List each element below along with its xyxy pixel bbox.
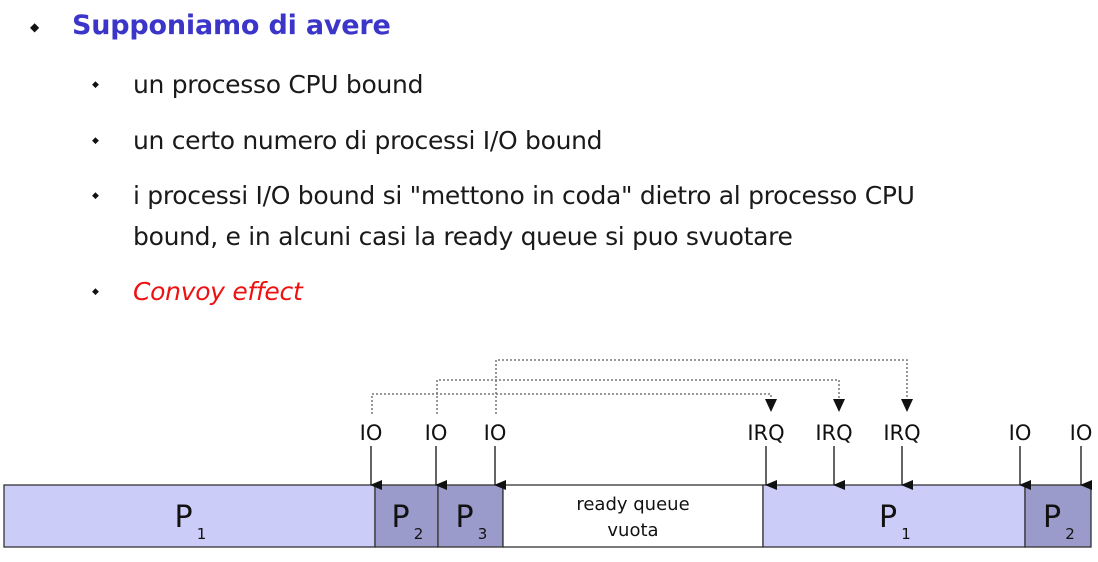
process-subscript: 2 (414, 525, 424, 543)
process-subscript: 2 (1065, 525, 1075, 543)
io-irq-link (436, 379, 840, 414)
event-label-io: IO (484, 421, 507, 445)
process-subscript: 1 (901, 525, 911, 543)
process-label: P (1043, 500, 1061, 535)
io-irq-link (495, 359, 908, 414)
process-label: P (879, 500, 897, 535)
process-label: P (455, 500, 473, 535)
event-label-irq: IRQ (747, 421, 784, 445)
irq-arrowhead-icon (765, 399, 777, 412)
event-label-irq: IRQ (815, 421, 852, 445)
event-label-irq: IRQ (883, 421, 920, 445)
irq-arrowhead-icon (901, 399, 913, 412)
event-label-io: IO (360, 421, 383, 445)
event-label-io: IO (425, 421, 448, 445)
gantt-diagram: P 1 P 2 P 3ready queuevuota P 1 P 2 IO IO IO IRQ IRQ I… (3, 359, 1093, 548)
io-irq-link (371, 393, 772, 414)
event-label-io: IO (1070, 421, 1093, 445)
empty-queue-label: vuota (607, 520, 658, 541)
empty-queue-label: ready queue (576, 494, 689, 515)
process-subscript: 1 (197, 525, 207, 543)
irq-arrowhead-icon (833, 399, 845, 412)
event-label-io: IO (1009, 421, 1032, 445)
process-subscript: 3 (478, 525, 488, 543)
process-label: P (391, 500, 409, 535)
process-label: P (174, 500, 192, 535)
